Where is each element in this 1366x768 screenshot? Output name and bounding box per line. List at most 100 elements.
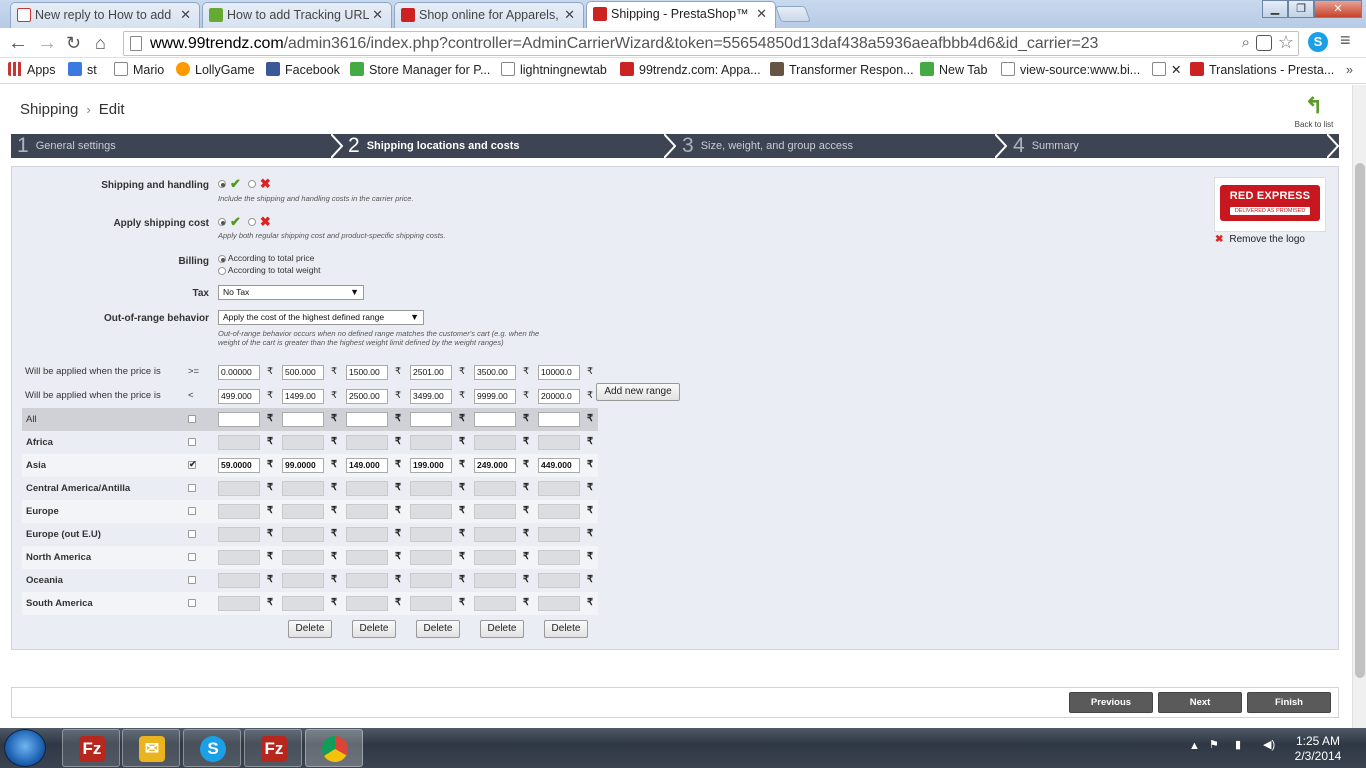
reload-icon[interactable]: ↻ (66, 32, 81, 54)
billing-price-radio[interactable] (218, 254, 226, 263)
zone-price-input[interactable] (218, 481, 260, 496)
network-icon[interactable]: ▮ (1235, 738, 1241, 751)
zone-price-input[interactable] (282, 504, 324, 519)
bookmark-facebook[interactable]: Facebook (266, 62, 340, 78)
zone-price-input[interactable] (346, 596, 388, 611)
zone-price-input[interactable] (474, 573, 516, 588)
zone-price-input[interactable] (282, 481, 324, 496)
bookmark-lollygame[interactable]: LollyGame (176, 62, 255, 78)
range-from-input[interactable]: 3500.00 (474, 365, 516, 380)
action-center-icon[interactable]: ⚑ (1209, 738, 1219, 751)
new-tab-button[interactable] (775, 6, 811, 22)
tab-shop-online[interactable]: Shop online for Apparels, ✕ (394, 2, 584, 28)
delete-range-button[interactable]: Delete (352, 620, 396, 638)
zone-checkbox[interactable] (188, 484, 196, 492)
range-to-input[interactable]: 3499.00 (410, 389, 452, 404)
step-shipping-locations[interactable]: 2 Shipping locations and costs (348, 134, 519, 158)
zone-price-input[interactable] (282, 412, 324, 427)
tab-gmail[interactable]: New reply to How to add ✕ (10, 2, 200, 28)
zone-price-input[interactable] (218, 596, 260, 611)
billing-total-weight-option[interactable]: According to total weight (218, 265, 321, 275)
zone-price-input[interactable]: 199.000 (410, 458, 452, 473)
zone-price-input[interactable] (474, 527, 516, 542)
bookmark-lightningnewtab[interactable]: lightningnewtab (501, 62, 607, 78)
range-to-input[interactable]: 20000.0 (538, 389, 580, 404)
zone-price-input[interactable]: 149.000 (346, 458, 388, 473)
address-bar[interactable]: www.99trendz.com/admin3616/index.php?con… (123, 31, 1299, 56)
apply-cost-yes-radio[interactable] (218, 218, 226, 226)
maximize-button[interactable]: ❐ (1288, 0, 1314, 18)
delete-range-button[interactable]: Delete (544, 620, 588, 638)
taskbar-filezilla-2[interactable]: Fz (244, 729, 302, 767)
close-window-button[interactable]: ✕ (1314, 0, 1362, 18)
extension-icon[interactable] (1256, 35, 1272, 51)
range-from-input[interactable]: 2501.00 (410, 365, 452, 380)
zone-checkbox[interactable] (188, 553, 196, 561)
zone-price-input[interactable] (346, 527, 388, 542)
zone-checkbox[interactable] (188, 438, 196, 446)
out-of-range-select[interactable]: Apply the cost of the highest defined ra… (218, 310, 424, 325)
remove-logo-link[interactable]: ✖ Remove the logo (1215, 234, 1305, 245)
zone-price-input[interactable] (218, 527, 260, 542)
range-to-input[interactable]: 2500.00 (346, 389, 388, 404)
zone-price-input[interactable] (410, 412, 452, 427)
zone-price-input[interactable] (282, 527, 324, 542)
apply-cost-no-radio[interactable] (247, 218, 256, 226)
bookmark-view-source[interactable]: view-source:www.bi... (1001, 62, 1140, 78)
skype-extension-icon[interactable]: S (1308, 32, 1328, 52)
next-button[interactable]: Next (1158, 692, 1242, 713)
taskbar-chrome[interactable] (305, 729, 363, 767)
zone-price-input[interactable] (538, 504, 580, 519)
zone-checkbox[interactable] (188, 507, 196, 515)
page-scrollbar[interactable] (1352, 85, 1366, 728)
tab-prestashop-addons[interactable]: How to add Tracking URL ✕ (202, 2, 392, 28)
bookmark-mario[interactable]: Mario (114, 62, 164, 78)
bookmarks-overflow-icon[interactable]: » (1346, 62, 1353, 78)
menu-icon[interactable]: ≡ (1340, 30, 1351, 51)
bookmark-99trendz[interactable]: 99trendz.com: Appa... (620, 62, 761, 78)
bookmark-untitled[interactable]: ✕ (1152, 62, 1181, 78)
delete-range-button[interactable]: Delete (288, 620, 332, 638)
zone-price-input[interactable] (410, 573, 452, 588)
bookmark-st[interactable]: st (68, 62, 97, 78)
breadcrumb-shipping[interactable]: Shipping (20, 101, 78, 118)
forward-icon[interactable]: → (37, 32, 57, 54)
close-tab-icon[interactable]: ✕ (180, 3, 191, 27)
taskbar-skype[interactable]: S (183, 729, 241, 767)
zone-price-input[interactable] (218, 412, 260, 427)
zone-price-input[interactable] (474, 481, 516, 496)
zone-price-input[interactable] (538, 435, 580, 450)
zone-price-input[interactable] (538, 481, 580, 496)
taskbar-filezilla[interactable]: Fz (62, 729, 120, 767)
zone-price-input[interactable] (346, 573, 388, 588)
zone-price-input[interactable] (410, 527, 452, 542)
zone-price-input[interactable] (282, 550, 324, 565)
zone-price-input[interactable] (218, 435, 260, 450)
zone-price-input[interactable] (410, 435, 452, 450)
zone-checkbox[interactable] (188, 599, 196, 607)
zone-price-input[interactable] (474, 504, 516, 519)
zone-checkbox[interactable] (188, 459, 197, 470)
zone-price-input[interactable]: 59.0000 (218, 458, 260, 473)
zone-price-input[interactable] (474, 596, 516, 611)
close-tab-icon[interactable]: ✕ (372, 3, 383, 27)
zone-price-input[interactable] (346, 481, 388, 496)
zone-price-input[interactable] (410, 504, 452, 519)
zone-price-input[interactable] (538, 412, 580, 427)
range-to-input[interactable]: 1499.00 (282, 389, 324, 404)
back-to-list-button[interactable]: ↰ Back to list (1292, 95, 1336, 130)
zone-price-input[interactable] (346, 435, 388, 450)
minimize-button[interactable]: ▁ (1262, 0, 1288, 18)
billing-total-price-option[interactable]: According to total price (218, 253, 314, 263)
zone-checkbox[interactable] (188, 415, 196, 423)
zone-checkbox[interactable] (188, 576, 196, 584)
home-icon[interactable]: ⌂ (95, 32, 106, 54)
shipping-handling-no-radio[interactable] (247, 180, 256, 188)
delete-range-button[interactable]: Delete (480, 620, 524, 638)
tab-shipping-prestashop[interactable]: Shipping - PrestaShop™ ✕ (586, 1, 776, 28)
taskbar-outlook[interactable]: ✉ (122, 729, 180, 767)
zone-price-input[interactable]: 449.000 (538, 458, 580, 473)
zone-price-input[interactable]: 249.000 (474, 458, 516, 473)
bookmark-apps[interactable]: Apps (8, 62, 56, 78)
range-to-input[interactable]: 9999.00 (474, 389, 516, 404)
